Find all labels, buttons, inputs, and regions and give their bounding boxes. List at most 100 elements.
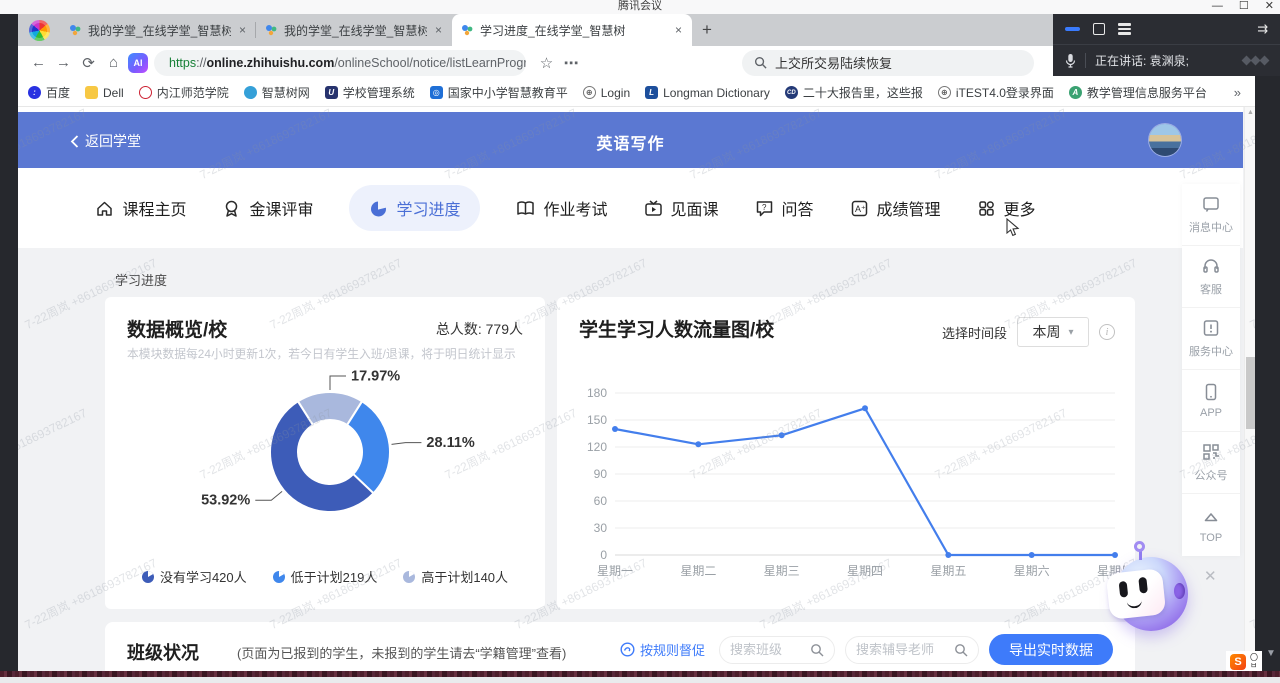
meeting-window-icon[interactable] [1093, 23, 1105, 35]
nav-course-home[interactable]: 课程主页 [95, 196, 186, 220]
meeting-expand-icon[interactable]: ⇉ [1257, 21, 1268, 37]
bookmark-zhihuishu[interactable]: 智慧树网 [244, 84, 310, 101]
search-class-field[interactable] [719, 636, 835, 664]
ai-assistant-icon[interactable]: AI [128, 53, 148, 73]
sidebar-service-center[interactable]: 服务中心 [1182, 308, 1240, 370]
extensions-more-icon[interactable]: ⋯ [559, 50, 584, 75]
data-point[interactable] [945, 552, 951, 558]
scrollbar-thumb[interactable] [1246, 357, 1255, 429]
sidebar-message-center[interactable]: 消息中心 [1182, 184, 1240, 246]
data-point[interactable] [612, 426, 618, 432]
minimize-icon[interactable]: — [1212, 0, 1223, 12]
export-data-button[interactable]: 导出实时数据 [989, 634, 1113, 665]
browser-tab-1[interactable]: 我的学堂_在线学堂_智慧树 × [60, 14, 256, 46]
bookmark-itest[interactable]: ⊕iTEST4.0登录界面 [938, 84, 1054, 101]
browser-tab-2[interactable]: 我的学堂_在线学堂_智慧树 × [256, 14, 452, 46]
time-range-label: 选择时间段 [942, 323, 1007, 342]
bookmark-baidu[interactable]: :百度 [28, 84, 70, 101]
bookmark-school-mgmt[interactable]: U学校管理系统 [325, 84, 415, 101]
supervise-link[interactable]: 按规则督促 [620, 640, 705, 659]
sidebar-close-icon[interactable]: ✕ [1204, 567, 1217, 585]
url-sep: :// [196, 56, 206, 70]
meeting-list-icon[interactable] [1118, 23, 1131, 34]
ime-mode-icons: 〇ㅂ [1250, 654, 1258, 670]
info-icon[interactable]: i [1099, 324, 1115, 340]
nav-live-class[interactable]: 见面课 [644, 196, 719, 220]
search-teacher-input[interactable] [856, 642, 948, 657]
sidebar-official-account[interactable]: 公众号 [1182, 432, 1240, 494]
tab-close-icon[interactable]: × [433, 23, 444, 37]
bookmark-njtc[interactable]: 内江师范学院 [139, 84, 229, 101]
bookmark-teach-mgmt[interactable]: A教学管理信息服务平台 [1069, 84, 1207, 101]
data-point[interactable] [862, 405, 868, 411]
nav-more[interactable]: 更多 [977, 196, 1036, 220]
svg-text:A⁺: A⁺ [855, 204, 866, 214]
back-icon[interactable]: ← [26, 50, 51, 75]
bookmark-star-icon[interactable]: ☆ [534, 50, 559, 75]
legend-item[interactable]: 没有学习420人 [142, 567, 247, 586]
pie-legend-icon [142, 571, 154, 583]
o-badge-icon: ◎ [430, 86, 443, 99]
sidebar-app[interactable]: APP [1182, 370, 1240, 432]
time-range-select[interactable]: 本周 ▾ [1017, 317, 1089, 347]
bookmark-login[interactable]: ⊕Login [583, 86, 630, 100]
message-icon [1201, 194, 1221, 214]
scrollbar-up-arrow[interactable]: ▲ [1247, 109, 1254, 116]
pie-legend-icon [273, 571, 285, 583]
grid-more-icon [977, 199, 996, 218]
browser-logo-icon[interactable] [18, 14, 60, 46]
avatar[interactable] [1149, 124, 1181, 156]
search-icon [754, 56, 767, 69]
y-tick-label: 30 [594, 521, 608, 535]
microphone-icon[interactable] [1065, 53, 1076, 68]
search-class-input[interactable] [730, 642, 804, 657]
home-icon[interactable]: ⌂ [101, 50, 126, 75]
nav-qa[interactable]: ? 问答 [755, 196, 814, 220]
close-icon[interactable]: ✕ [1265, 0, 1274, 12]
forward-icon[interactable]: → [51, 50, 76, 75]
browser-tab-3-active[interactable]: 学习进度_在线学堂_智慧树 × [452, 14, 692, 46]
headset-icon [1201, 256, 1221, 276]
ai-assistant-mascot[interactable] [1108, 545, 1194, 631]
bookmarks-bar: :百度 Dell 内江师范学院 智慧树网 U学校管理系统 ◎国家中小学智慧教育平… [18, 79, 1255, 107]
bookmark-longman[interactable]: LLongman Dictionary [645, 86, 770, 100]
data-point[interactable] [695, 441, 701, 447]
tab-close-icon[interactable]: × [237, 23, 248, 37]
meeting-app-edge [1255, 14, 1280, 671]
tab-close-icon[interactable]: × [673, 23, 684, 37]
u-badge-icon: U [325, 86, 338, 99]
reload-icon[interactable]: ⟳ [76, 50, 101, 75]
donut-label: 53.92% [201, 493, 250, 509]
legend-item[interactable]: 高于计划140人 [403, 567, 508, 586]
mouse-cursor [1005, 218, 1021, 238]
bookmarks-overflow-chevron[interactable]: » [1234, 85, 1245, 100]
legend-item[interactable]: 低于计划219人 [273, 567, 378, 586]
nav-learning-progress[interactable]: 学习进度 [349, 185, 480, 231]
tray-caret-icon[interactable]: ▼ [1266, 648, 1276, 659]
bookmark-dell[interactable]: Dell [85, 86, 124, 100]
meeting-minimize-icon[interactable] [1065, 27, 1080, 31]
input-method-indicator[interactable]: S 〇ㅂ [1226, 651, 1262, 673]
sidebar-customer-service[interactable]: 客服 [1182, 246, 1240, 308]
data-point[interactable] [1029, 552, 1035, 558]
flow-card: 学生学习人数流量图/校 选择时间段 本周 ▾ i 180150120906030… [557, 297, 1135, 609]
bookmark-report[interactable]: CD二十大报告里，这些报 [785, 84, 923, 101]
address-bar[interactable]: https://online.zhihuishu.com/onlineSchoo… [154, 50, 526, 76]
qr-code-icon [1201, 442, 1221, 462]
globe-icon: ⊕ [938, 86, 951, 99]
folder-icon [85, 86, 98, 99]
nav-homework-exam[interactable]: 作业考试 [516, 196, 607, 220]
question-bubble-icon: ? [755, 199, 774, 218]
bookmark-smartedu[interactable]: ◎国家中小学智慧教育平 [430, 84, 568, 101]
page-scrollbar[interactable]: ▲ [1244, 107, 1255, 671]
nav-grades[interactable]: A⁺ 成绩管理 [850, 196, 941, 220]
new-tab-button[interactable]: + [692, 14, 722, 46]
meeting-logo-icon [1243, 57, 1268, 64]
search-teacher-field[interactable] [845, 636, 979, 664]
quick-search-box[interactable]: 上交所交易陆续恢复 [742, 50, 1034, 76]
browser-window: 我的学堂_在线学堂_智慧树 × 我的学堂_在线学堂_智慧树 × 学习进度_在线学… [18, 14, 1255, 671]
maximize-icon[interactable]: ☐ [1239, 0, 1249, 12]
nav-course-review[interactable]: 金课评审 [222, 196, 313, 220]
overview-card: 数据概览/校 总人数: 779人 本模块数据每24小时更新1次，若今日有学生入班… [105, 297, 545, 609]
data-point[interactable] [779, 432, 785, 438]
